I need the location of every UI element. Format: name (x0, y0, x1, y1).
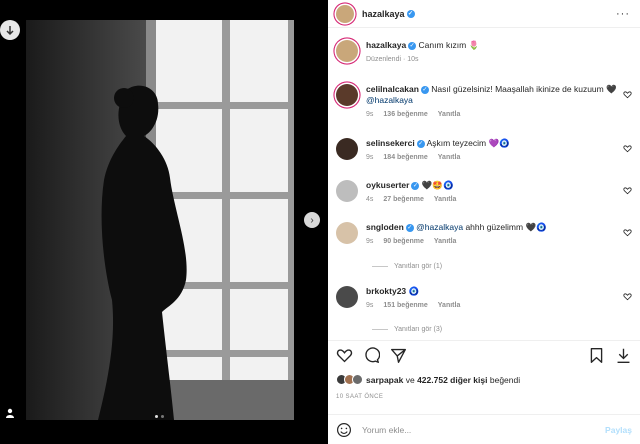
avatar[interactable] (336, 222, 358, 244)
post-modal: › hazalkaya ✓ ··· hazalkaya ✓ Canım kızım … (0, 0, 640, 444)
comment-input[interactable] (362, 424, 582, 435)
comment-username[interactable]: selinsekerci (366, 138, 415, 148)
reply-button[interactable]: Yanıtla (434, 194, 457, 205)
comment-text: Nasıl güzelsiniz! Maaşallah ikinize de k… (431, 84, 604, 94)
likes-text: sarpapak ve 422.752 diğer kişi beğendi (366, 374, 521, 385)
comment-emoji: 🖤🤩🧿 (421, 180, 454, 190)
caption-emoji: 🌷 (468, 40, 480, 50)
avatar[interactable] (336, 4, 354, 23)
comment-likes[interactable]: 90 beğenme (383, 236, 423, 247)
verified-icon: ✓ (420, 85, 429, 94)
comment-username[interactable]: celilnalcakan (366, 84, 419, 94)
comment-text: ahhh güzelimm (465, 222, 524, 232)
reply-button[interactable]: Yanıtla (438, 152, 461, 163)
heart-icon[interactable] (623, 186, 632, 195)
heart-icon[interactable] (623, 90, 632, 99)
post-header: hazalkaya ✓ ··· (328, 0, 640, 28)
avatar[interactable] (336, 180, 358, 202)
reply-button[interactable]: Yanıtla (438, 109, 461, 120)
heart-icon[interactable] (623, 144, 632, 153)
avatar[interactable] (336, 286, 358, 308)
caption-text: Canım kızım (418, 40, 467, 50)
mention-link[interactable]: @hazalkaya (366, 95, 413, 105)
comment-time[interactable]: 4s (366, 194, 373, 205)
comment-time[interactable]: 9s (366, 236, 373, 247)
liker-avatars[interactable] (336, 374, 363, 385)
back-arrow-icon[interactable] (0, 20, 20, 40)
carousel-dots (155, 415, 164, 418)
verified-icon: ✓ (416, 139, 425, 148)
comment-likes[interactable]: 27 beğenme (383, 194, 423, 205)
comment-emoji: 🧿 (408, 286, 420, 296)
caption: hazalkaya ✓ Canım kızım 🌷 Düzenlendi · 10… (336, 40, 632, 65)
comment: sngloden ✓ @hazalkaya ahhh güzelimm 🖤🧿 9s… (336, 222, 632, 247)
comment-emoji: 🖤🧿 (525, 222, 547, 232)
verified-icon: ✓ (408, 41, 417, 50)
likes-summary: sarpapak ve 422.752 diğer kişi beğendi (336, 374, 520, 385)
post-timestamp[interactable]: 10 SAAT ÖNCE (336, 394, 383, 400)
reply-button[interactable]: Yanıtla (438, 300, 461, 311)
comment-emoji: 🖤 (606, 84, 617, 94)
more-dots-icon[interactable]: ··· (616, 8, 630, 20)
action-bar (328, 340, 640, 370)
comment-text: Aşkım teyzecim (426, 138, 487, 148)
comment-time[interactable]: 9s (366, 152, 373, 163)
comment-icon[interactable] (363, 347, 380, 364)
emoji-smiley-icon[interactable] (336, 422, 352, 438)
heart-icon[interactable] (336, 347, 353, 364)
mention-link[interactable]: @hazalkaya (416, 222, 463, 232)
comment-username[interactable]: oykuserter (366, 180, 409, 190)
comments-panel: hazalkaya ✓ ··· hazalkaya ✓ Canım kızım 🌷 … (328, 0, 640, 444)
comment-likes[interactable]: 151 beğenme (383, 300, 427, 311)
comment-likes[interactable]: 136 beğenme (383, 109, 427, 120)
verified-icon: ✓ (405, 223, 414, 232)
comment-username[interactable]: brkokty23 (366, 286, 406, 296)
bookmark-icon[interactable] (588, 347, 605, 364)
comment-time[interactable]: 9s (366, 109, 373, 120)
caption-username[interactable]: hazalkaya (366, 40, 406, 50)
avatar[interactable] (336, 84, 358, 106)
comment-emoji: 💜🧿 (488, 138, 510, 148)
next-arrow-icon[interactable]: › (304, 212, 320, 228)
send-icon[interactable] (390, 347, 407, 364)
first-liker[interactable]: sarpapak (366, 375, 403, 385)
verified-icon: ✓ (406, 10, 415, 19)
heart-icon[interactable] (623, 228, 632, 237)
view-replies-button[interactable]: Yanıtları gör (1) (372, 263, 442, 270)
share-button[interactable]: Paylaş (605, 425, 632, 435)
tagged-user-icon[interactable] (4, 406, 16, 418)
other-likers-link[interactable]: 422.752 diğer kişi (417, 375, 487, 385)
comment: celilnalcakan ✓ Nasıl güzelsiniz! Maaşall… (336, 84, 632, 120)
comment: selinsekerci ✓ Aşkım teyzecim 💜🧿 9s 184 b… (336, 138, 632, 163)
avatar[interactable] (336, 40, 358, 62)
post-photo (26, 20, 294, 420)
comment-username[interactable]: sngloden (366, 222, 404, 232)
comment: brkokty23 🧿 9s 151 beğenme Yanıtla (336, 286, 632, 311)
author-username[interactable]: hazalkaya ✓ (362, 9, 415, 19)
comment-composer: Paylaş (328, 414, 640, 444)
edited-label: Düzenlendi · 10s (366, 56, 419, 63)
reply-button[interactable]: Yanıtla (434, 236, 457, 247)
comment: oykuserter ✓ 🖤🤩🧿 4s 27 beğenme Yanıtla (336, 180, 632, 205)
download-icon[interactable] (615, 347, 632, 364)
view-replies-button[interactable]: Yanıtları gör (3) (372, 326, 442, 333)
heart-icon[interactable] (623, 292, 632, 301)
avatar[interactable] (336, 138, 358, 160)
media-pane: › (0, 0, 328, 444)
comment-time[interactable]: 9s (366, 300, 373, 311)
comment-likes[interactable]: 184 beğenme (383, 152, 427, 163)
verified-icon: ✓ (411, 181, 420, 190)
